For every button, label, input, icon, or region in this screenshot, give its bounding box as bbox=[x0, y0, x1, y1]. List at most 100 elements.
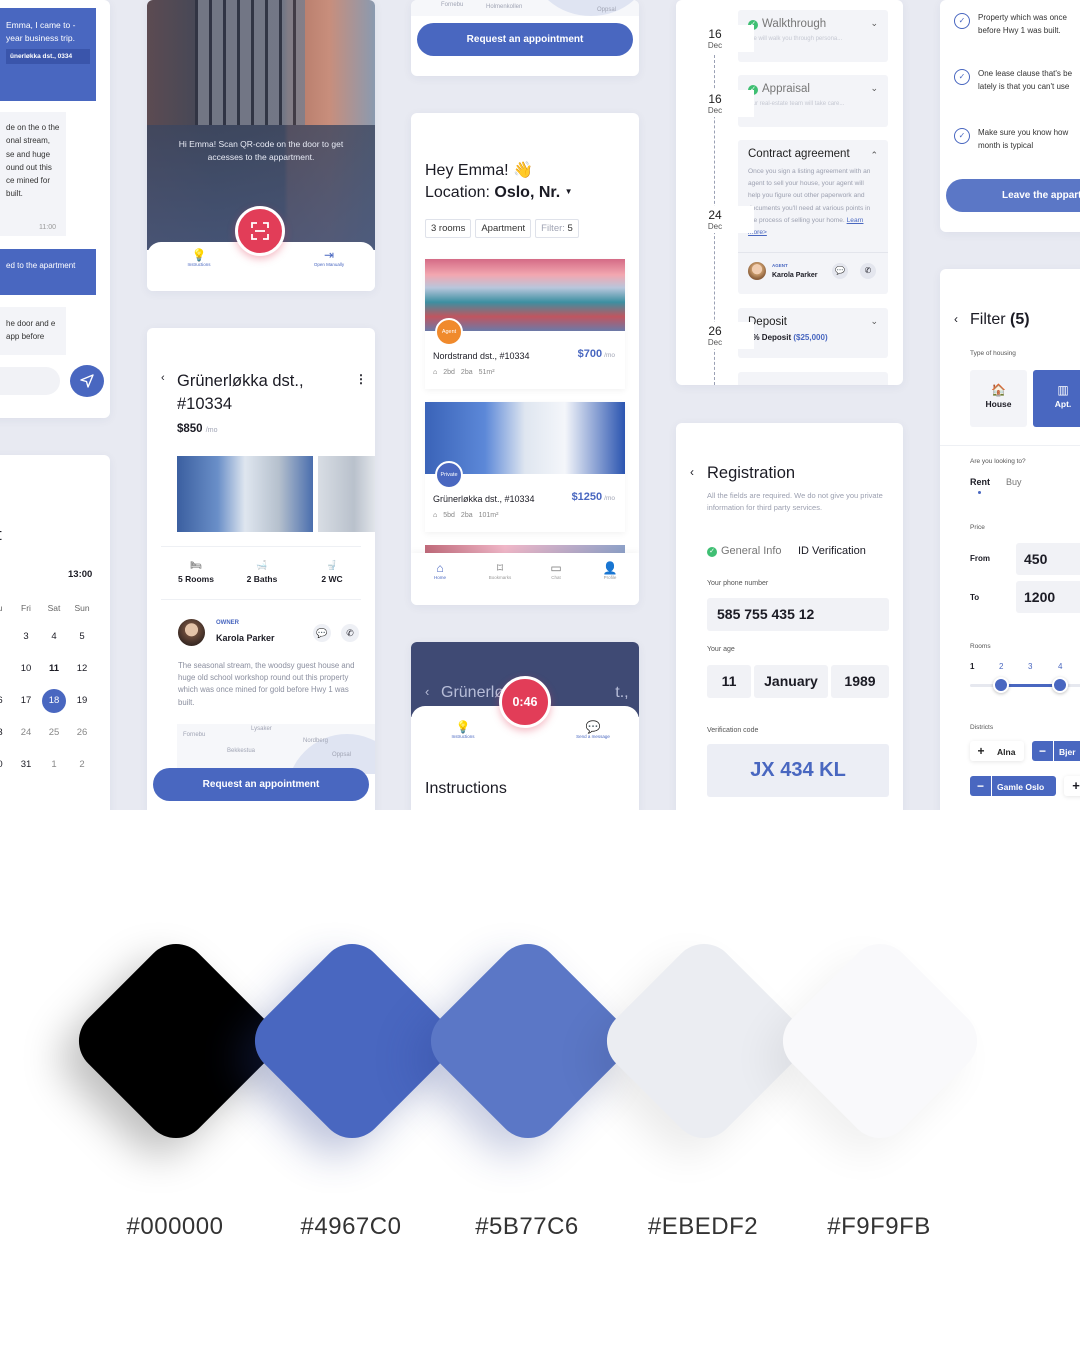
chip-filter[interactable]: Filter: 5 bbox=[535, 219, 579, 238]
tab-id-verification[interactable]: ID Verification bbox=[798, 545, 866, 557]
rooms-slider-handle[interactable] bbox=[993, 677, 1009, 693]
nav-open-manually[interactable]: ⇥ Open Manually bbox=[305, 248, 353, 267]
nav-bookmarks[interactable]: ⌑ Bookmarks bbox=[483, 561, 517, 580]
calendar-day[interactable]: 6 bbox=[0, 695, 10, 706]
calendar-day[interactable]: 17 bbox=[16, 695, 36, 706]
chip-type[interactable]: Apartment bbox=[475, 219, 532, 238]
price-to-input[interactable]: 1200 bbox=[1016, 581, 1080, 613]
leave-apartment-button[interactable]: Leave the appart bbox=[946, 179, 1080, 212]
calendar-day[interactable]: 0 bbox=[0, 759, 10, 770]
call-timer-button[interactable]: 0:46 bbox=[499, 676, 551, 728]
step-next[interactable] bbox=[738, 372, 888, 385]
back-icon[interactable]: ‹ bbox=[954, 312, 958, 326]
feature-label: 2 Baths bbox=[246, 574, 278, 584]
step-appraisal[interactable]: ✓Appraisal Our real-estate team will tak… bbox=[738, 75, 888, 127]
call-button[interactable]: ✆ bbox=[341, 624, 359, 642]
phone-input[interactable]: 585 755 435 12 bbox=[707, 598, 889, 631]
desc-text: Once you sign a listing agreement with a… bbox=[748, 168, 871, 224]
room-count[interactable]: 2 bbox=[999, 662, 1003, 671]
step-desc: Once you sign a listing agreement with a… bbox=[748, 166, 878, 239]
step-walkthrough[interactable]: ✓Walkthrough We will walk you through pe… bbox=[738, 10, 888, 62]
room-count[interactable]: 1 bbox=[970, 662, 974, 671]
check-icon: ✓ bbox=[707, 547, 717, 557]
back-icon[interactable]: ‹ bbox=[690, 465, 694, 479]
more-options-icon[interactable]: ⋮ bbox=[355, 372, 367, 386]
calendar-day[interactable]: 12 bbox=[72, 663, 92, 674]
age-month-select[interactable]: January bbox=[754, 665, 828, 698]
price-from-input[interactable]: 450 bbox=[1016, 543, 1080, 575]
nav-home[interactable]: ⌂ Home bbox=[425, 561, 455, 580]
type-apartment[interactable]: ▥ Apt. bbox=[1033, 370, 1080, 427]
chip-rooms[interactable]: 3 rooms bbox=[425, 219, 472, 238]
calendar-day[interactable]: 5 bbox=[72, 631, 92, 642]
tab-general-info[interactable]: ✓ General Info bbox=[707, 545, 782, 557]
send-button[interactable] bbox=[70, 365, 104, 397]
chat-button[interactable]: 💬 bbox=[313, 624, 331, 642]
listing-card[interactable]: Agent Nordstrand dst., #10334 $700/mo ⌂ 2bd 2… bbox=[425, 259, 625, 389]
calendar-day[interactable]: 3 bbox=[0, 727, 10, 738]
listing-name: Grünerløkka dst., #10334 bbox=[433, 494, 535, 504]
location-selector[interactable]: Location: Oslo, Nr. ▼ bbox=[425, 184, 573, 202]
verification-code-input[interactable]: JX 434 KL bbox=[707, 744, 889, 797]
step-title: Walkthrough bbox=[762, 18, 827, 30]
step-deposit[interactable]: Deposit 3% Deposit ($25,000) ⌄ bbox=[738, 308, 888, 358]
listing-card[interactable]: Private Grünerløkka dst., #10334 $1250/mo ⌂… bbox=[425, 402, 625, 532]
listing-photo[interactable] bbox=[177, 456, 313, 532]
calendar-day[interactable]: 2 bbox=[72, 759, 92, 770]
age-day-select[interactable]: 11 bbox=[707, 665, 751, 698]
selected-indicator bbox=[978, 491, 981, 494]
calendar-day[interactable]: 26 bbox=[72, 727, 92, 738]
nav-chat[interactable]: ▭ Chat bbox=[543, 561, 569, 580]
listing-specs: ⌂ 2bd 2ba 51m² bbox=[433, 369, 501, 376]
request-appointment-button[interactable]: Request an appointment bbox=[417, 23, 633, 56]
room-count[interactable]: 3 bbox=[1028, 662, 1032, 671]
district-chip[interactable]: − Gamle Oslo bbox=[970, 776, 1056, 796]
calendar-day[interactable]: 3 bbox=[16, 631, 36, 642]
calendar-day[interactable]: 25 bbox=[44, 727, 64, 738]
tab-label: General Info bbox=[721, 545, 782, 557]
listing-photo[interactable] bbox=[318, 456, 375, 532]
back-icon[interactable]: ‹ bbox=[161, 372, 165, 384]
calendar-day[interactable]: 10 bbox=[16, 663, 36, 674]
type-house[interactable]: 🏠 House bbox=[970, 370, 1027, 427]
button-label: Leave the appart bbox=[1002, 190, 1080, 201]
district-chip[interactable]: + Alna bbox=[970, 741, 1024, 761]
room-count[interactable]: 4 bbox=[1058, 662, 1062, 671]
calendar-day[interactable]: 4 bbox=[44, 631, 64, 642]
rooms-slider-handle[interactable] bbox=[1052, 677, 1068, 693]
listing-title: Grünerløkka dst., #10334 bbox=[177, 372, 304, 413]
calendar-day[interactable]: 24 bbox=[16, 727, 36, 738]
chevron-down-icon: ⌄ bbox=[870, 18, 878, 28]
call-button[interactable]: ✆ bbox=[860, 263, 876, 279]
weekday: u bbox=[0, 603, 10, 613]
deposit-amount: ($25,000) bbox=[793, 333, 828, 342]
location-value: Oslo, Nr. bbox=[494, 184, 561, 201]
nav-send-message[interactable]: 💬 Send a message bbox=[567, 720, 619, 739]
request-appointment-button[interactable]: Request an appointment bbox=[153, 768, 369, 801]
district-chip[interactable]: − Bjer bbox=[1032, 741, 1080, 761]
map-preview[interactable]: Fornebu Holmenkollen Oppsal bbox=[411, 0, 639, 16]
chat-input[interactable] bbox=[0, 367, 60, 395]
plus-icon: + bbox=[1072, 778, 1080, 793]
option-buy[interactable]: Buy bbox=[1006, 477, 1022, 487]
step-contract-agreement[interactable]: Contract agreement ⌃ Once you sign a lis… bbox=[738, 140, 888, 294]
back-icon[interactable]: ‹ bbox=[425, 684, 429, 699]
calendar-day[interactable]: 11 bbox=[44, 663, 64, 674]
age-year-select[interactable]: 1989 bbox=[831, 665, 889, 698]
add-district-button[interactable]: + bbox=[1064, 776, 1080, 796]
check-circle-icon: ✓ bbox=[954, 128, 970, 144]
calendar-day[interactable]: 1 bbox=[44, 759, 64, 770]
chat-button[interactable]: 💬 bbox=[832, 263, 848, 279]
chat-message-attachment[interactable]: ünerløkka dst., 0334 bbox=[6, 49, 90, 64]
nav-instructions[interactable]: 💡 Instructions bbox=[441, 720, 485, 739]
weekday: Fri bbox=[21, 603, 31, 613]
code-label: Verification code bbox=[707, 727, 759, 734]
qr-scan-button[interactable] bbox=[235, 206, 285, 256]
nav-instructions[interactable]: 💡 Instructions bbox=[177, 248, 221, 267]
calendar-day-selected[interactable]: 18 bbox=[42, 689, 66, 713]
map-preview[interactable]: Lysaker Bekkestua Nordberg Fornebu Oppsa… bbox=[177, 724, 375, 774]
calendar-day[interactable]: 19 bbox=[72, 695, 92, 706]
option-rent[interactable]: Rent bbox=[970, 477, 990, 487]
calendar-day[interactable]: 31 bbox=[16, 759, 36, 770]
nav-profile[interactable]: 👤 Profile bbox=[595, 561, 625, 580]
